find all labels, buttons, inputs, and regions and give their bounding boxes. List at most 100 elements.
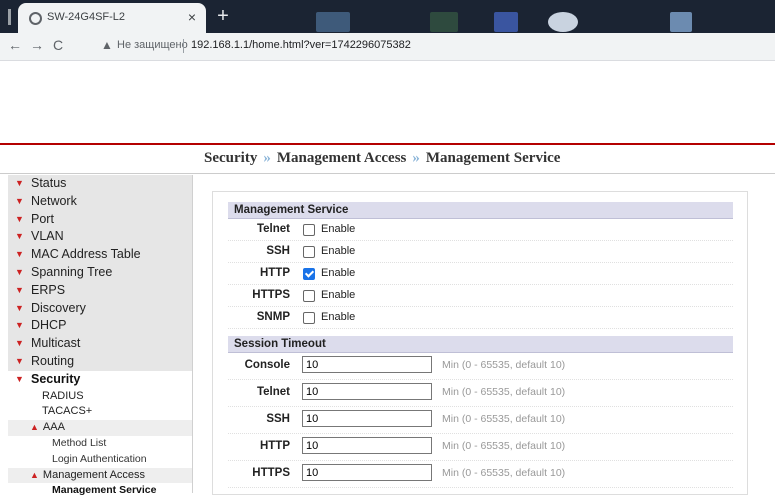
service-row-ssh: SSH Enable (228, 241, 733, 263)
warning-icon[interactable]: ▲ (101, 38, 113, 52)
sidebar-item-radius[interactable]: RADIUS (8, 389, 192, 405)
row-label: SSH (266, 245, 290, 257)
timeout-row-ssh: SSH Min (0 - 65535, default 10) (228, 407, 733, 434)
chevron-up-icon: ▲ (30, 469, 39, 480)
timeout-hint: Min (0 - 65535, default 10) (442, 386, 566, 398)
breadcrumb-management-service: Management Service (425, 150, 561, 166)
tab-close-button[interactable]: × (188, 9, 196, 25)
sidebar-item-label: Network (31, 193, 77, 208)
row-label: SSH (266, 413, 290, 425)
sidebar-item-management-service[interactable]: Management Service (8, 483, 192, 499)
service-row-https: HTTPS Enable (228, 285, 733, 307)
reload-icon[interactable]: C (53, 37, 63, 53)
sidebar-item-vlan[interactable]: ▼ VLAN (8, 228, 192, 246)
chevron-down-icon: ▼ (15, 320, 24, 331)
address-separator (183, 39, 184, 53)
chevron-down-icon: ▼ (15, 249, 24, 260)
breadcrumb-security: Security (204, 150, 258, 166)
timeout-hint: Min (0 - 65535, default 10) (442, 359, 566, 371)
timeout-row-console: Console Min (0 - 65535, default 10) (228, 353, 733, 380)
sidebar-item-label: AAA (42, 421, 65, 434)
https-timeout-input[interactable] (302, 464, 432, 481)
breadcrumb-divider (0, 173, 775, 174)
taskbar-thumbnail (494, 12, 518, 32)
sidebar-item-management-access[interactable]: ▲ Management Access (8, 467, 192, 484)
new-tab-button[interactable]: + (211, 6, 235, 28)
tab-title: SW-24G4SF-L2 (47, 11, 126, 23)
chevron-down-icon: ▼ (15, 195, 24, 206)
chevron-down-icon: ▼ (15, 355, 24, 366)
sidebar-item-label: Status (31, 176, 67, 190)
snmp-enable-checkbox[interactable] (303, 312, 315, 324)
security-submenu: RADIUS TACACS+ ▲ AAA Method List Login Au… (8, 388, 192, 499)
sidebar: ▼ Status ▼ Network ▼ Port ▼ VLAN ▼ MAC Addres… (8, 175, 193, 499)
telnet-enable-checkbox[interactable] (303, 224, 315, 236)
browser-tab-bar: SW-24G4SF-L2 × + (0, 0, 775, 33)
tab-strip-edge (8, 9, 11, 25)
timeout-hint: Min (0 - 65535, default 10) (442, 440, 566, 452)
http-enable-checkbox[interactable] (303, 268, 315, 280)
sidebar-item-network[interactable]: ▼ Network (8, 193, 192, 211)
taskbar-thumbnail (670, 12, 692, 32)
sidebar-item-tacacs[interactable]: TACACS+ (8, 404, 192, 420)
timeout-row-https: HTTPS Min (0 - 65535, default 10) (228, 461, 733, 488)
chevron-right-icon: » (412, 150, 420, 166)
timeout-row-http: HTTP Min (0 - 65535, default 10) (228, 434, 733, 461)
section-title: Session Timeout (228, 336, 733, 353)
sidebar-item-routing[interactable]: ▼ Routing (8, 353, 192, 371)
sidebar-item-mac-address-table[interactable]: ▼ MAC Address Table (8, 246, 192, 264)
management-service-section: Management Service Telnet Enable SSH Ena… (228, 202, 733, 329)
ssh-enable-checkbox[interactable] (303, 246, 315, 258)
sidebar-item-method-list[interactable]: Method List (8, 436, 192, 452)
breadcrumb: Security » Management Access » Management Se… (204, 150, 560, 167)
service-row-telnet: Telnet Enable (228, 219, 733, 241)
chevron-down-icon: ▼ (15, 302, 24, 313)
sidebar-item-aaa[interactable]: ▲ AAA (8, 420, 192, 436)
page-header (0, 61, 775, 143)
ssh-timeout-input[interactable] (302, 410, 432, 427)
browser-tab[interactable]: SW-24G4SF-L2 × (18, 3, 206, 33)
sidebar-item-discovery[interactable]: ▼ Discovery (8, 300, 192, 318)
sidebar-item-status[interactable]: ▼ Status (8, 175, 192, 193)
checkbox-label: Enable (321, 289, 356, 301)
forward-arrow-icon[interactable]: → (30, 37, 44, 53)
checkbox-label: Enable (321, 223, 356, 235)
sidebar-item-multicast[interactable]: ▼ Multicast (8, 335, 192, 353)
sidebar-item-label: Port (31, 211, 54, 226)
row-label: Telnet (256, 223, 290, 235)
chevron-down-icon: ▼ (15, 338, 24, 349)
telnet-timeout-input[interactable] (302, 383, 432, 400)
chevron-down-icon: ▼ (15, 266, 24, 277)
session-timeout-section: Session Timeout Console Min (0 - 65535, … (228, 336, 733, 488)
url-field[interactable]: 192.168.1.1/home.html?ver=1742296075382 (191, 39, 411, 51)
row-label: Console (244, 359, 290, 371)
row-label: SNMP (256, 311, 290, 323)
sidebar-item-dhcp[interactable]: ▼ DHCP (8, 317, 192, 335)
console-timeout-input[interactable] (302, 356, 432, 373)
checkbox-label: Enable (321, 245, 356, 257)
checkbox-label: Enable (321, 311, 356, 323)
row-label: Telnet (256, 386, 290, 398)
row-label: HTTP (259, 440, 290, 452)
chevron-up-icon: ▲ (30, 422, 39, 433)
sidebar-item-label: Spanning Tree (31, 264, 113, 279)
back-arrow-icon[interactable]: ← (8, 37, 22, 53)
sidebar-item-label: MAC Address Table (31, 247, 141, 262)
sidebar-item-login-authentication[interactable]: Login Authentication (8, 452, 192, 468)
chevron-right-icon: » (263, 150, 271, 166)
row-label: HTTPS (252, 467, 290, 479)
sidebar-item-label: Discovery (31, 300, 86, 315)
sidebar-item-spanning-tree[interactable]: ▼ Spanning Tree (8, 264, 192, 282)
chevron-down-icon: ▼ (15, 231, 24, 242)
section-title: Management Service (228, 202, 733, 219)
globe-icon (29, 12, 42, 25)
http-timeout-input[interactable] (302, 437, 432, 454)
not-secure-label[interactable]: Не защищено (117, 39, 188, 51)
timeout-row-telnet: Telnet Min (0 - 65535, default 10) (228, 380, 733, 407)
https-enable-checkbox[interactable] (303, 290, 315, 302)
sidebar-item-label: Security (31, 371, 81, 386)
timeout-hint: Min (0 - 65535, default 10) (442, 413, 566, 425)
sidebar-item-port[interactable]: ▼ Port (8, 211, 192, 229)
sidebar-item-security[interactable]: ▼ Security (8, 370, 192, 389)
sidebar-item-erps[interactable]: ▼ ERPS (8, 282, 192, 300)
